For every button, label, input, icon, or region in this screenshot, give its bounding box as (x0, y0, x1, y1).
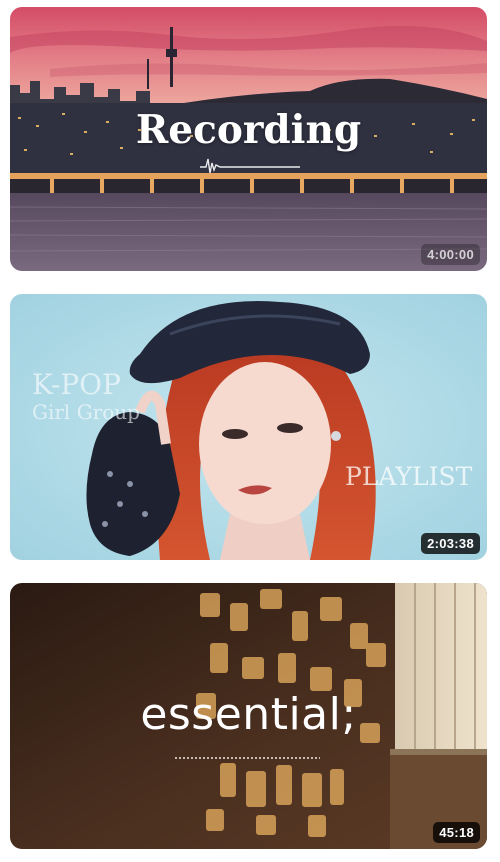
video-duration-badge: 4:00:00 (421, 244, 480, 265)
video-card-essential[interactable]: essential; 45:18 (10, 583, 487, 849)
thumbnail-text-kpop: K-POP (32, 368, 121, 401)
video-card-kpop-playlist[interactable]: K-POP Girl Group PLAYLIST 2:03:38 (10, 294, 487, 560)
thumbnail-title-essential: essential; (140, 689, 357, 740)
video-duration-badge: 45:18 (433, 822, 480, 843)
video-duration-badge: 2:03:38 (421, 533, 480, 554)
video-card-recording[interactable]: Recording 4:00:00 (10, 7, 487, 271)
thumbnail-title-recording: Recording (135, 107, 362, 153)
thumbnail-text-playlist: PLAYLIST (345, 462, 473, 491)
video-thumbnail-kpop-playlist (10, 294, 487, 560)
thumbnail-text-girl-group: Girl Group (32, 400, 140, 424)
